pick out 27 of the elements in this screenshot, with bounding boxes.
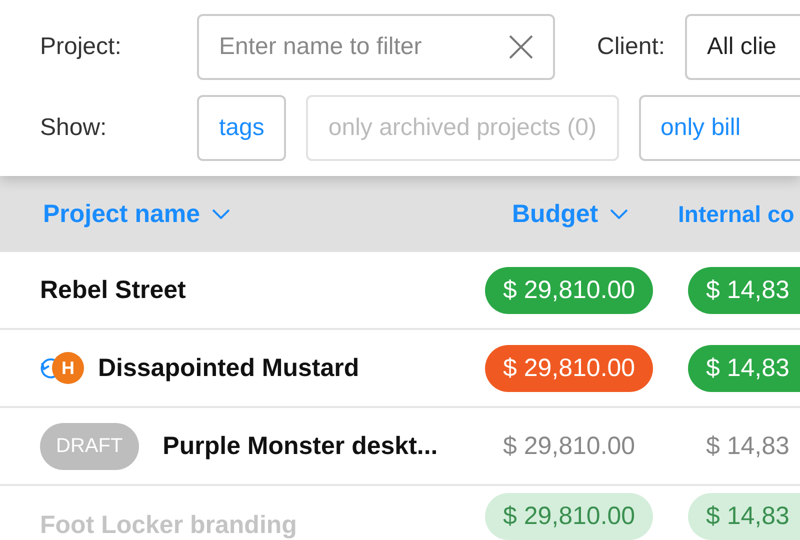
draft-badge: DRAFT [40,422,139,470]
show-label: Show: [40,114,108,142]
project-filter-field[interactable]: Enter name to filter [197,14,555,80]
internal-cost-amount: $ 14,83 [688,344,800,392]
filter-toggle-button[interactable]: only bill [638,95,800,161]
budget-amount: $ 29,810.00 [485,266,654,314]
internal-cost-amount: $ 14,83 [705,430,790,462]
chevron-down-icon[interactable] [212,209,230,219]
project-name[interactable]: Dissapointed Mustard [98,354,360,382]
client-label: Client: [597,33,666,61]
project-name[interactable]: Purple Monster deskt... [162,432,438,460]
budget-amount: $ 29,810.00 [485,493,654,540]
column-header[interactable]: Budget [512,200,598,228]
column-header[interactable]: Project name [43,200,200,228]
filter-toggle-button[interactable]: tags [197,95,286,161]
avatar-badge: H [52,352,84,384]
client-select[interactable]: All clie [685,14,800,80]
chevron-down-icon[interactable] [610,209,628,219]
budget-amount: $ 29,810.00 [502,430,636,462]
project-name[interactable]: Rebel Street [40,276,186,304]
internal-cost-amount: $ 14,83 [688,266,800,314]
clear-icon[interactable] [509,35,533,59]
internal-cost-amount: $ 14,83 [688,493,800,540]
budget-amount: $ 29,810.00 [485,344,654,392]
column-header[interactable]: Internal co [678,200,794,228]
project-label: Project: [40,33,122,61]
project-name[interactable]: Foot Locker branding [40,511,297,540]
